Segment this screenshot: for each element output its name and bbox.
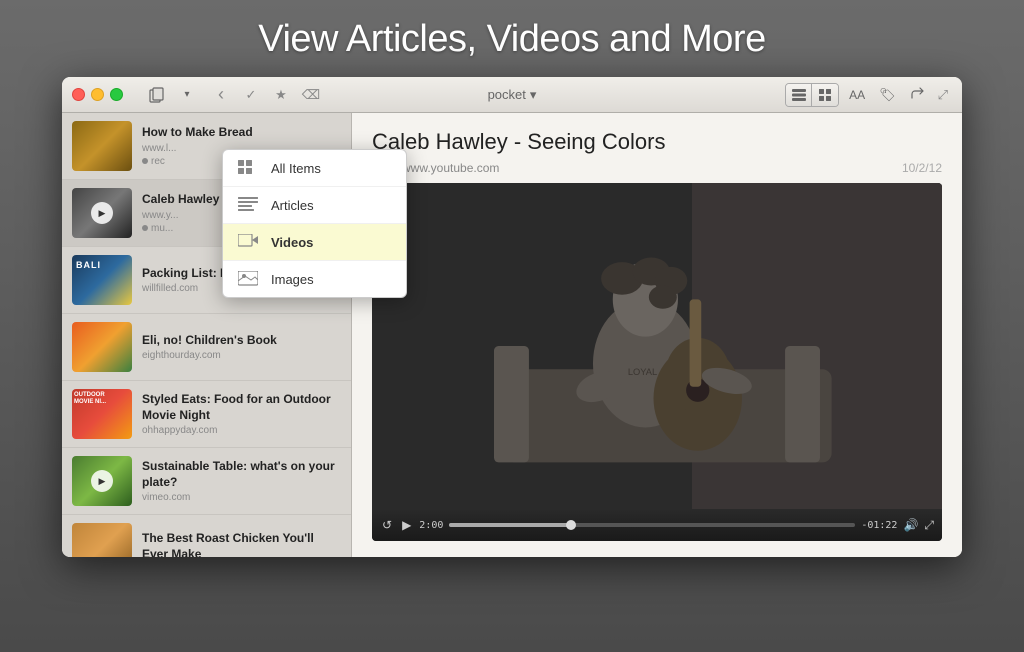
title-bar: pocket ▾ ▾ ‹ ✓ ★ ⌫ [62,77,962,113]
item-thumbnail [72,322,132,372]
video-controls: ↺ ▶ 2:00 -01:22 🔊 ⤢ [372,509,942,541]
item-info: Styled Eats: Food for an Outdoor Movie N… [142,392,341,436]
dropdown-item-articles[interactable]: Articles [223,187,406,224]
item-title: Styled Eats: Food for an Outdoor Movie N… [142,392,341,423]
volume-button[interactable]: 🔊 [903,518,918,532]
list-item[interactable]: Eli, no! Children's Book eighthourday.co… [62,314,351,381]
time-end: -01:22 [861,520,897,531]
app-name: pocket [488,87,526,102]
all-items-label: All Items [271,161,321,176]
item-thumbnail [72,523,132,557]
page-heading: View Articles, Videos and More [258,18,765,61]
article-date: 10/2/12 [902,161,942,175]
grid-view-button[interactable] [812,84,838,106]
images-label: Images [271,272,314,287]
articles-label: Articles [271,198,314,213]
item-thumbnail: OUTDOORMOVIE NI... [72,389,132,439]
share-button[interactable] [906,84,928,105]
time-current: 2:00 [419,520,443,531]
trash-button[interactable]: ⌫ [297,83,325,107]
article-url: www.youtube.com [402,161,499,175]
bali-label: BALI [76,260,101,270]
toolbar-left: ▾ [143,83,201,107]
app-dropdown-arrow[interactable]: ▾ [530,87,537,103]
toolbar-right: AA 🏷 ⤢ [785,83,952,107]
video-content[interactable]: LOYAL [372,183,942,509]
star-button[interactable]: ★ [267,83,295,107]
item-title: The Best Roast Chicken You'll Ever Make [142,531,341,557]
app-content: How to Make Bread www.l... rec ▶ Caleb H… [62,113,962,557]
play-button[interactable]: ▶ [400,516,413,534]
item-thumbnail: ▶ [72,188,132,238]
close-button[interactable] [72,88,85,101]
traffic-lights [72,88,123,101]
dropdown-item-videos[interactable]: Videos [223,224,406,261]
list-item[interactable]: ▶ Sustainable Table: what's on your plat… [62,448,351,515]
list-view-button[interactable] [786,84,812,106]
article-header: Caleb Hawley - Seeing Colors www.youtube… [372,129,942,175]
progress-handle[interactable] [566,520,576,530]
item-info: The Best Roast Chicken You'll Ever Make [142,531,341,557]
item-url: ohhappyday.com [142,425,341,436]
article-meta: www.youtube.com 10/2/12 [372,161,942,175]
all-items-icon [237,159,259,177]
app-window: pocket ▾ ▾ ‹ ✓ ★ ⌫ [62,77,962,557]
item-thumbnail [72,121,132,171]
minimize-button[interactable] [91,88,104,101]
list-item[interactable]: OUTDOORMOVIE NI... Styled Eats: Food for… [62,381,351,448]
check-button[interactable]: ✓ [237,83,265,107]
resize-button[interactable]: ⤢ [934,85,952,105]
item-title: Sustainable Table: what's on your plate? [142,459,341,490]
tag-button[interactable]: 🏷 [875,85,900,105]
outdoor-label: OUTDOORMOVIE NI... [74,392,106,406]
play-icon: ▶ [91,202,113,224]
dropdown-item-images[interactable]: Images [223,261,406,297]
dropdown-menu[interactable]: All Items Articles [222,149,407,298]
main-content: Caleb Hawley - Seeing Colors www.youtube… [352,113,962,557]
videos-label: Videos [271,235,313,250]
item-url: eighthourday.com [142,350,341,361]
item-title: How to Make Bread [142,125,341,141]
back-button[interactable]: ‹ [207,83,235,107]
progress-bar[interactable] [449,523,855,527]
item-info: Sustainable Table: what's on your plate?… [142,459,341,503]
video-player: LOYAL ↺ ▶ 2:00 -01:22 🔊 ⤢ [372,183,942,541]
fullscreen-button[interactable]: ⤢ [924,518,934,533]
title-bar-center: pocket ▾ [488,87,537,103]
dropdown-toggle[interactable]: ▾ [173,83,201,107]
toolbar-nav: ‹ ✓ ★ ⌫ [207,83,325,107]
videos-icon [237,233,259,251]
articles-icon [237,196,259,214]
dropdown-item-all-items[interactable]: All Items [223,150,406,187]
play-icon: ▶ [91,470,113,492]
item-info: Eli, no! Children's Book eighthourday.co… [142,333,341,362]
replay-button[interactable]: ↺ [380,516,394,534]
item-thumbnail: BALI [72,255,132,305]
maximize-button[interactable] [110,88,123,101]
svg-text:LOYAL: LOYAL [628,367,657,377]
images-icon [237,270,259,288]
font-size-button[interactable]: AA [845,86,869,104]
copy-view-button[interactable] [143,83,171,107]
item-url: vimeo.com [142,492,341,503]
progress-fill [449,523,571,527]
article-title: Caleb Hawley - Seeing Colors [372,129,942,155]
list-item[interactable]: The Best Roast Chicken You'll Ever Make [62,515,351,557]
item-title: Eli, no! Children's Book [142,333,341,349]
view-toggle [785,83,839,107]
item-thumbnail: ▶ [72,456,132,506]
